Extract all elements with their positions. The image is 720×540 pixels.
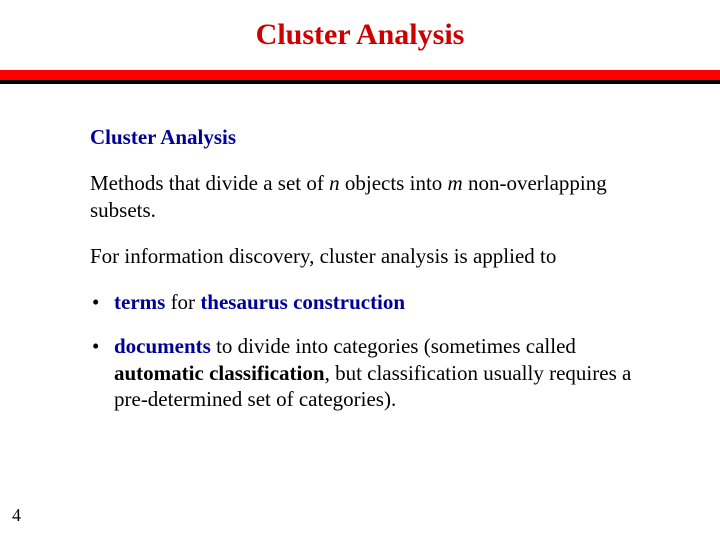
slide-title: Cluster Analysis [0,0,720,70]
paragraph-1: Methods that divide a set of n objects i… [90,170,650,223]
bullet-2: documents to divide into categories (som… [90,333,650,412]
bullet-list: terms for thesaurus construction documen… [90,289,650,412]
bullet-2-bold: automatic classification [114,361,325,385]
p1-b: objects into [340,171,448,195]
bullet-2-a: to divide into categories (sometimes cal… [211,334,576,358]
slide-content: Cluster Analysis Methods that divide a s… [0,84,720,412]
page-number: 4 [12,505,21,526]
section-subtitle: Cluster Analysis [90,124,650,150]
bullet-2-keyword: documents [114,334,211,358]
divider-red [0,70,720,80]
paragraph-2: For information discovery, cluster analy… [90,243,650,269]
bullet-1-mid: for [165,290,200,314]
bullet-1-keyword2: thesaurus construction [200,290,405,314]
p1-n: n [329,171,340,195]
bullet-1: terms for thesaurus construction [90,289,650,315]
p1-m: m [448,171,463,195]
bullet-1-keyword: terms [114,290,165,314]
p1-a: Methods that divide a set of [90,171,329,195]
